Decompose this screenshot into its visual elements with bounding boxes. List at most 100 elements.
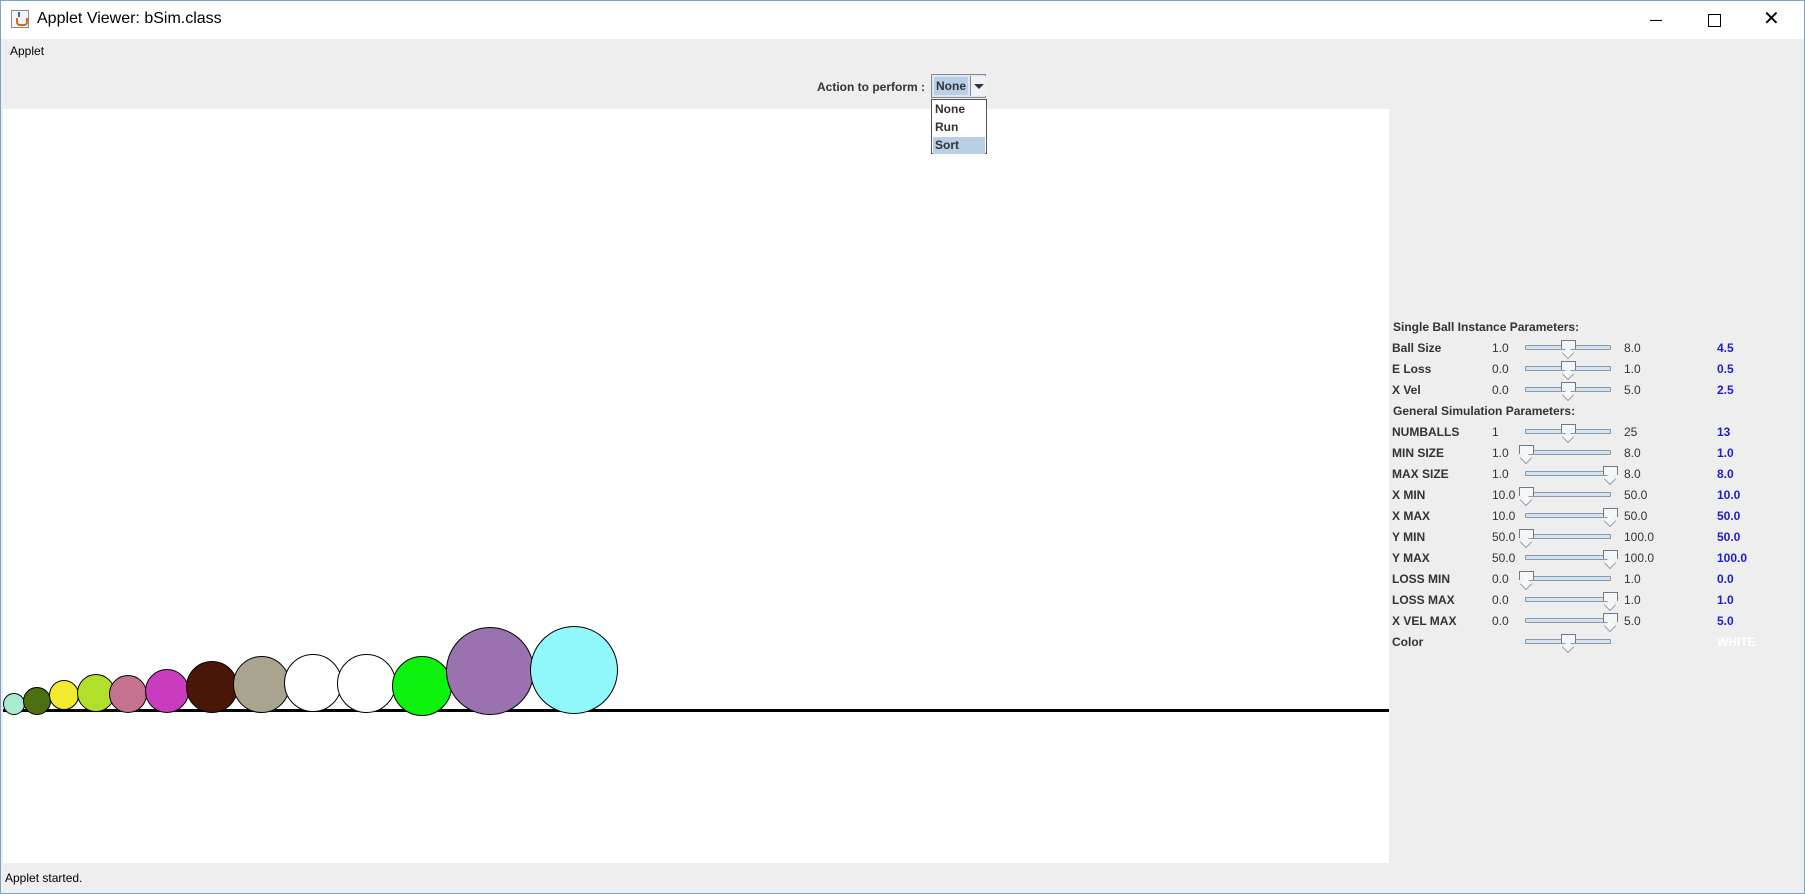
param-min: 0.0 bbox=[1492, 593, 1509, 607]
close-button[interactable]: ✕ bbox=[1743, 1, 1801, 39]
slider-thumb[interactable] bbox=[1603, 466, 1618, 485]
param-max: 100.0 bbox=[1624, 530, 1655, 544]
param-max: 5.0 bbox=[1624, 383, 1641, 397]
param-min: 50.0 bbox=[1492, 530, 1516, 544]
param-name: Y MAX bbox=[1392, 551, 1430, 565]
param-slider[interactable] bbox=[1525, 592, 1618, 611]
slider-thumb[interactable] bbox=[1603, 550, 1618, 569]
ball bbox=[446, 627, 534, 715]
action-combo[interactable]: None bbox=[931, 74, 986, 98]
minimize-icon bbox=[1650, 20, 1662, 21]
ball bbox=[186, 661, 238, 713]
slider-thumb[interactable] bbox=[1561, 361, 1576, 380]
maximize-button[interactable] bbox=[1685, 1, 1743, 39]
menu-applet[interactable]: Applet bbox=[10, 44, 44, 58]
slider-thumb[interactable] bbox=[1561, 340, 1576, 359]
param-min: 0.0 bbox=[1492, 572, 1509, 586]
simulation-canvas bbox=[3, 109, 1389, 863]
dropdown-option-run[interactable]: Run bbox=[933, 119, 985, 136]
param-slider[interactable] bbox=[1519, 529, 1611, 548]
param-value: 1.0 bbox=[1717, 446, 1734, 460]
param-slider[interactable] bbox=[1519, 487, 1611, 506]
param-slider[interactable] bbox=[1525, 424, 1611, 443]
param-slider[interactable] bbox=[1525, 508, 1618, 527]
action-combo-value: None bbox=[934, 77, 968, 95]
param-min: 0.0 bbox=[1492, 362, 1509, 376]
action-dropdown-list: None Run Sort bbox=[931, 99, 987, 154]
slider-thumb[interactable] bbox=[1603, 592, 1618, 611]
param-slider[interactable] bbox=[1525, 634, 1611, 653]
ball bbox=[23, 687, 51, 715]
param-row-y-max: Y MAX 50.0 100.0 100.0 bbox=[1389, 549, 1804, 569]
param-slider[interactable] bbox=[1525, 613, 1618, 632]
param-value: 5.0 bbox=[1717, 614, 1734, 628]
param-slider[interactable] bbox=[1519, 571, 1611, 590]
slider-thumb[interactable] bbox=[1519, 529, 1534, 548]
param-min: 1 bbox=[1492, 425, 1499, 439]
param-name: X MIN bbox=[1392, 488, 1426, 502]
dropdown-option-sort[interactable]: Sort bbox=[933, 137, 985, 154]
param-value: 10.0 bbox=[1717, 488, 1741, 502]
param-max: 50.0 bbox=[1624, 488, 1648, 502]
ball bbox=[233, 656, 290, 713]
param-row-loss-min: LOSS MIN 0.0 1.0 0.0 bbox=[1389, 570, 1804, 590]
param-max: 8.0 bbox=[1624, 446, 1641, 460]
java-icon bbox=[11, 10, 29, 28]
param-name: LOSS MIN bbox=[1392, 572, 1451, 586]
close-icon: ✕ bbox=[1763, 8, 1780, 30]
slider-thumb[interactable] bbox=[1561, 382, 1576, 401]
param-value: 8.0 bbox=[1717, 467, 1734, 481]
status-text: Applet started. bbox=[5, 871, 83, 885]
general-params-title: General Simulation Parameters: bbox=[1393, 404, 1576, 418]
param-slider[interactable] bbox=[1525, 361, 1611, 380]
param-max: 100.0 bbox=[1624, 551, 1655, 565]
param-row-x-vel-max: X VEL MAX 0.0 5.0 5.0 bbox=[1389, 612, 1804, 632]
param-max: 1.0 bbox=[1624, 572, 1641, 586]
param-slider[interactable] bbox=[1519, 445, 1611, 464]
param-row-y-min: Y MIN 50.0 100.0 50.0 bbox=[1389, 528, 1804, 548]
param-max: 5.0 bbox=[1624, 614, 1641, 628]
dropdown-option-none[interactable]: None bbox=[933, 101, 985, 118]
ball bbox=[49, 680, 79, 710]
param-max: 25 bbox=[1624, 425, 1638, 439]
param-name: X MAX bbox=[1392, 509, 1431, 523]
minimize-button[interactable] bbox=[1627, 1, 1685, 39]
param-row-ball-size: Ball Size 1.0 8.0 4.5 bbox=[1389, 339, 1804, 359]
param-min: 50.0 bbox=[1492, 551, 1516, 565]
action-label: Action to perform : bbox=[817, 80, 925, 94]
slider-thumb[interactable] bbox=[1561, 634, 1576, 653]
ball bbox=[3, 693, 25, 715]
param-slider[interactable] bbox=[1525, 340, 1611, 359]
title-bar: Applet Viewer: bSim.class ✕ bbox=[1, 1, 1804, 39]
param-slider[interactable] bbox=[1525, 466, 1618, 485]
param-row-color: Color WHITE bbox=[1389, 633, 1804, 653]
parameter-panel: Single Ball Instance Parameters: Ball Si… bbox=[1389, 109, 1804, 863]
param-min: 10.0 bbox=[1492, 509, 1516, 523]
combo-arrow-button[interactable] bbox=[970, 76, 986, 96]
slider-thumb[interactable] bbox=[1519, 487, 1534, 506]
slider-thumb[interactable] bbox=[1603, 613, 1618, 632]
param-value: 2.5 bbox=[1717, 383, 1734, 397]
param-row-x-min: X MIN 10.0 50.0 10.0 bbox=[1389, 486, 1804, 506]
param-max: 8.0 bbox=[1624, 341, 1641, 355]
param-name: MAX SIZE bbox=[1392, 467, 1449, 481]
param-row-numballs: NUMBALLS 1 25 13 bbox=[1389, 423, 1804, 443]
param-max: 1.0 bbox=[1624, 593, 1641, 607]
param-value: WHITE bbox=[1717, 635, 1756, 649]
param-row-x-max: X MAX 10.0 50.0 50.0 bbox=[1389, 507, 1804, 527]
slider-thumb[interactable] bbox=[1519, 445, 1534, 464]
param-min: 1.0 bbox=[1492, 446, 1509, 460]
maximize-icon bbox=[1708, 14, 1721, 27]
param-name: Ball Size bbox=[1392, 341, 1442, 355]
param-value: 4.5 bbox=[1717, 341, 1734, 355]
slider-thumb[interactable] bbox=[1561, 424, 1576, 443]
param-slider[interactable] bbox=[1525, 550, 1618, 569]
slider-thumb[interactable] bbox=[1603, 508, 1618, 527]
param-row-x-vel: X Vel 0.0 5.0 2.5 bbox=[1389, 381, 1804, 401]
slider-thumb[interactable] bbox=[1519, 571, 1534, 590]
ball bbox=[284, 654, 342, 712]
param-min: 1.0 bbox=[1492, 467, 1509, 481]
param-min: 0.0 bbox=[1492, 614, 1509, 628]
param-name: MIN SIZE bbox=[1392, 446, 1445, 460]
param-slider[interactable] bbox=[1525, 382, 1611, 401]
